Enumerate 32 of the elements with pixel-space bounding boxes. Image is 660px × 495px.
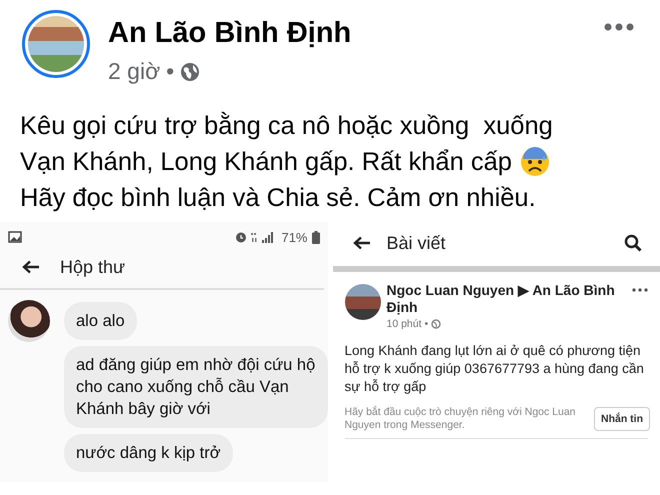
- globe-icon: [180, 62, 200, 82]
- more-options-icon[interactable]: [604, 23, 634, 31]
- alarm-icon: [235, 231, 248, 243]
- messenger-prompt: Hãy bắt đầu cuộc trò chuyện riêng với Ngoc Luan Nguyen trong Messenger.: [344, 406, 577, 432]
- separator-dot: •: [166, 58, 174, 85]
- back-arrow-icon[interactable]: [22, 260, 40, 274]
- battery-icon: [312, 230, 320, 244]
- post-text: Vạn Khánh, Long Khánh gấp. Rất khẩn cấp: [20, 147, 512, 178]
- post-text: Hãy đọc bình luận và Chia sẻ. Cảm ơn nhiều.: [20, 183, 537, 214]
- author-avatar: [344, 284, 380, 320]
- message-bubble: ad đăng giúp em nhờ đội cứu hộ cho cano xuống chỗ cầu Vạn Khánh bây giờ với: [64, 346, 328, 428]
- post-text: Long Khánh đang lụt lớn ai ở quê có phương tiện hỗ trợ k xuống giúp 0367677793 a hùng đang cần sự hỗ trợ gấp: [344, 342, 645, 396]
- anxious-face-icon: [520, 147, 550, 177]
- search-icon[interactable]: [624, 234, 642, 252]
- contact-avatar: [8, 300, 50, 342]
- message-bubble: nước dâng k kịp trở: [64, 434, 233, 472]
- separator-dot: •: [424, 318, 428, 330]
- post-time: 10 phút: [386, 318, 422, 330]
- post-time[interactable]: 2 giờ: [108, 58, 160, 85]
- globe-icon: [431, 319, 442, 329]
- image-icon: [8, 231, 22, 243]
- message-button[interactable]: Nhắn tin: [594, 407, 650, 431]
- screen-title: Hộp thư: [60, 256, 126, 278]
- battery-percent: 71%: [281, 230, 308, 244]
- page-avatar[interactable]: [22, 10, 90, 78]
- back-arrow-icon[interactable]: [352, 236, 370, 250]
- post-author-line: Ngoc Luan Nguyen ▶ An Lão Bình Định: [386, 282, 616, 316]
- screen-title: Bài viết: [386, 232, 446, 254]
- post-text: Kêu gọi cứu trợ bằng ca nô hoặc xuồng xuống: [20, 110, 554, 142]
- more-options-icon[interactable]: [632, 288, 648, 292]
- page-name[interactable]: An Lão Bình Định: [108, 16, 604, 50]
- message-bubble: alo alo: [64, 302, 137, 340]
